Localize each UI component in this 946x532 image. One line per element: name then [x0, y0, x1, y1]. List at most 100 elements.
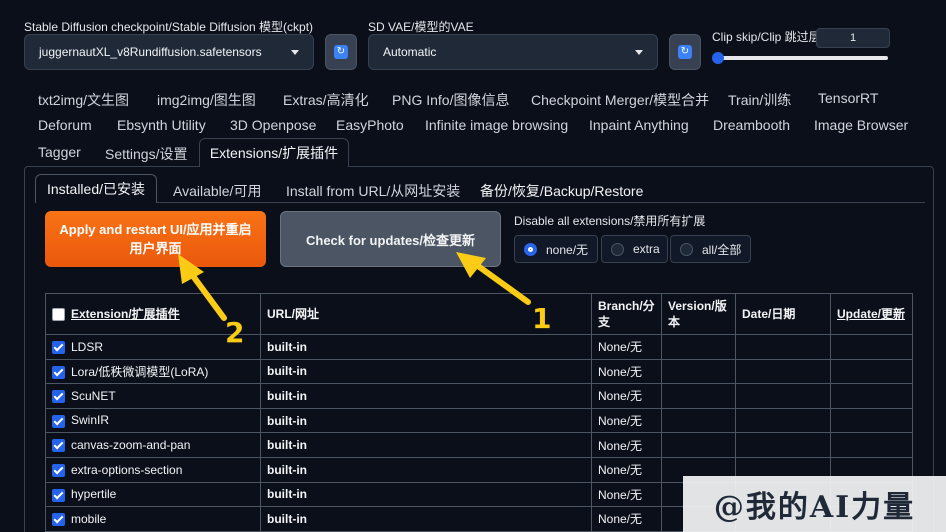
disable-extensions-label: Disable all extensions/禁用所有扩展: [514, 214, 706, 228]
refresh-vae-button[interactable]: ↻: [669, 34, 701, 70]
vae-value: Automatic: [383, 45, 437, 59]
extension-date: [735, 383, 831, 409]
checkbox-checked-icon[interactable]: [52, 390, 65, 404]
header-update-label[interactable]: Update/更新: [837, 307, 905, 321]
select-all-checkbox[interactable]: [52, 308, 65, 322]
extension-branch: None/无: [591, 506, 662, 532]
extension-version: [661, 334, 736, 360]
extension-url: built-in: [260, 407, 592, 434]
extension-date: [735, 432, 831, 458]
apply-restart-button[interactable]: Apply and restart UI/应用并重启用户界面: [45, 211, 266, 267]
extension-url: built-in: [260, 432, 592, 458]
extension-name: extra-options-section: [71, 462, 183, 477]
subtab-backup-restore[interactable]: 备份/恢复/Backup/Restore: [480, 181, 643, 201]
extension-update: [830, 358, 913, 385]
extension-url: built-in: [260, 383, 592, 409]
extension-date: [735, 407, 831, 434]
extension-name: Lora/低秩微调模型(LoRA): [71, 364, 209, 379]
checkpoint-value: juggernautXL_v8Rundiffusion.safetensors: [39, 45, 262, 59]
tab-img2img[interactable]: img2img/图生图: [157, 90, 256, 110]
header-version: Version/版本: [661, 293, 736, 335]
tab-settings[interactable]: Settings/设置: [105, 144, 187, 164]
extension-branch: None/无: [591, 407, 662, 434]
clip-skip-slider[interactable]: [718, 56, 888, 60]
refresh-checkpoint-button[interactable]: ↻: [325, 34, 357, 70]
table-row: SwinIR built-in None/无: [45, 407, 913, 434]
tab-tagger[interactable]: Tagger: [38, 144, 81, 160]
tab-extras[interactable]: Extras/高清化: [283, 90, 369, 110]
tab-dreambooth[interactable]: Dreambooth: [713, 117, 790, 133]
extension-branch: None/无: [591, 383, 662, 409]
tab-checkpoint-merger[interactable]: Checkpoint Merger/模型合并: [531, 90, 709, 110]
checkpoint-label: Stable Diffusion checkpoint/Stable Diffu…: [24, 20, 314, 34]
refresh-icon: ↻: [678, 45, 692, 59]
table-row: Lora/低秩微调模型(LoRA) built-in None/无: [45, 358, 913, 385]
extension-branch: None/无: [591, 334, 662, 360]
extension-version: [661, 358, 736, 385]
checkbox-checked-icon[interactable]: [52, 488, 65, 502]
radio-extra[interactable]: extra: [601, 235, 668, 263]
extension-name: SwinIR: [71, 413, 110, 428]
table-row: canvas-zoom-and-pan built-in None/无: [45, 432, 913, 458]
extension-url: built-in: [260, 481, 592, 508]
checkbox-checked-icon[interactable]: [52, 414, 65, 428]
checkpoint-dropdown[interactable]: juggernautXL_v8Rundiffusion.safetensors: [24, 34, 314, 70]
tab-easyphoto[interactable]: EasyPhoto: [336, 117, 404, 133]
extension-name: canvas-zoom-and-pan: [71, 438, 191, 452]
checkbox-checked-icon[interactable]: [52, 366, 65, 380]
annotation-number-1: 1: [532, 302, 552, 335]
extension-name: LDSR: [71, 339, 104, 354]
extension-version: [661, 432, 736, 458]
tab-ebsynth-utility[interactable]: Ebsynth Utility: [117, 117, 206, 133]
radio-none[interactable]: none/无: [514, 235, 598, 263]
annotation-number-2: 2: [225, 316, 245, 349]
vae-label: SD VAE/模型的VAE: [368, 20, 474, 34]
extension-update: [830, 407, 913, 434]
check-updates-button[interactable]: Check for updates/检查更新: [280, 211, 501, 267]
tab-png-info[interactable]: PNG Info/图像信息: [392, 90, 509, 110]
extension-name: hypertile: [71, 487, 117, 502]
header-update: Update/更新: [830, 293, 913, 335]
extension-url: built-in: [260, 506, 592, 532]
radio-extra-label: extra: [633, 242, 660, 256]
clip-skip-input[interactable]: 1: [816, 28, 890, 48]
radio-selected-icon: [524, 242, 537, 256]
chevron-down-icon: [291, 49, 299, 55]
extension-name: ScuNET: [71, 388, 116, 403]
tab-tensorrt[interactable]: TensorRT: [818, 90, 878, 106]
tab-inpaint-anything[interactable]: Inpaint Anything: [589, 117, 689, 133]
extension-branch: None/无: [591, 432, 662, 458]
extension-update: [830, 432, 913, 458]
extension-url: built-in: [260, 334, 592, 360]
refresh-icon: ↻: [334, 45, 348, 59]
tab-infinite-image-browsing[interactable]: Infinite image browsing: [425, 117, 568, 133]
watermark: @我的AI力量: [683, 476, 946, 532]
header-branch: Branch/分支: [591, 293, 662, 335]
subtab-available[interactable]: Available/可用: [173, 181, 261, 201]
extension-url: built-in: [260, 456, 592, 483]
checkbox-checked-icon[interactable]: [52, 513, 65, 527]
tab-3d-openpose[interactable]: 3D Openpose: [230, 117, 316, 133]
tab-txt2img[interactable]: txt2img/文生图: [38, 90, 129, 110]
header-extension-label[interactable]: Extension/扩展插件: [71, 307, 180, 321]
tab-deforum[interactable]: Deforum: [38, 117, 92, 133]
subtab-divider: [35, 202, 925, 203]
subtab-installed[interactable]: Installed/已安装: [35, 174, 157, 203]
extension-url: built-in: [260, 358, 592, 385]
tab-extensions[interactable]: Extensions/扩展插件: [199, 138, 349, 167]
checkbox-checked-icon[interactable]: [52, 439, 65, 453]
checkbox-checked-icon[interactable]: [52, 463, 65, 477]
tab-image-browser[interactable]: Image Browser: [814, 117, 908, 133]
extension-date: [735, 358, 831, 385]
clip-skip-label: Clip skip/Clip 跳过层: [712, 30, 821, 44]
extension-branch: None/无: [591, 481, 662, 508]
chevron-down-icon: [635, 49, 643, 55]
tab-train[interactable]: Train/训练: [728, 90, 791, 110]
radio-unselected-icon: [680, 242, 693, 256]
subtab-install-from-url[interactable]: Install from URL/从网址安装: [286, 181, 460, 201]
radio-all[interactable]: all/全部: [670, 235, 751, 263]
header-date: Date/日期: [735, 293, 831, 335]
clip-skip-slider-thumb[interactable]: [712, 52, 724, 64]
vae-dropdown[interactable]: Automatic: [368, 34, 658, 70]
checkbox-checked-icon[interactable]: [52, 340, 65, 354]
